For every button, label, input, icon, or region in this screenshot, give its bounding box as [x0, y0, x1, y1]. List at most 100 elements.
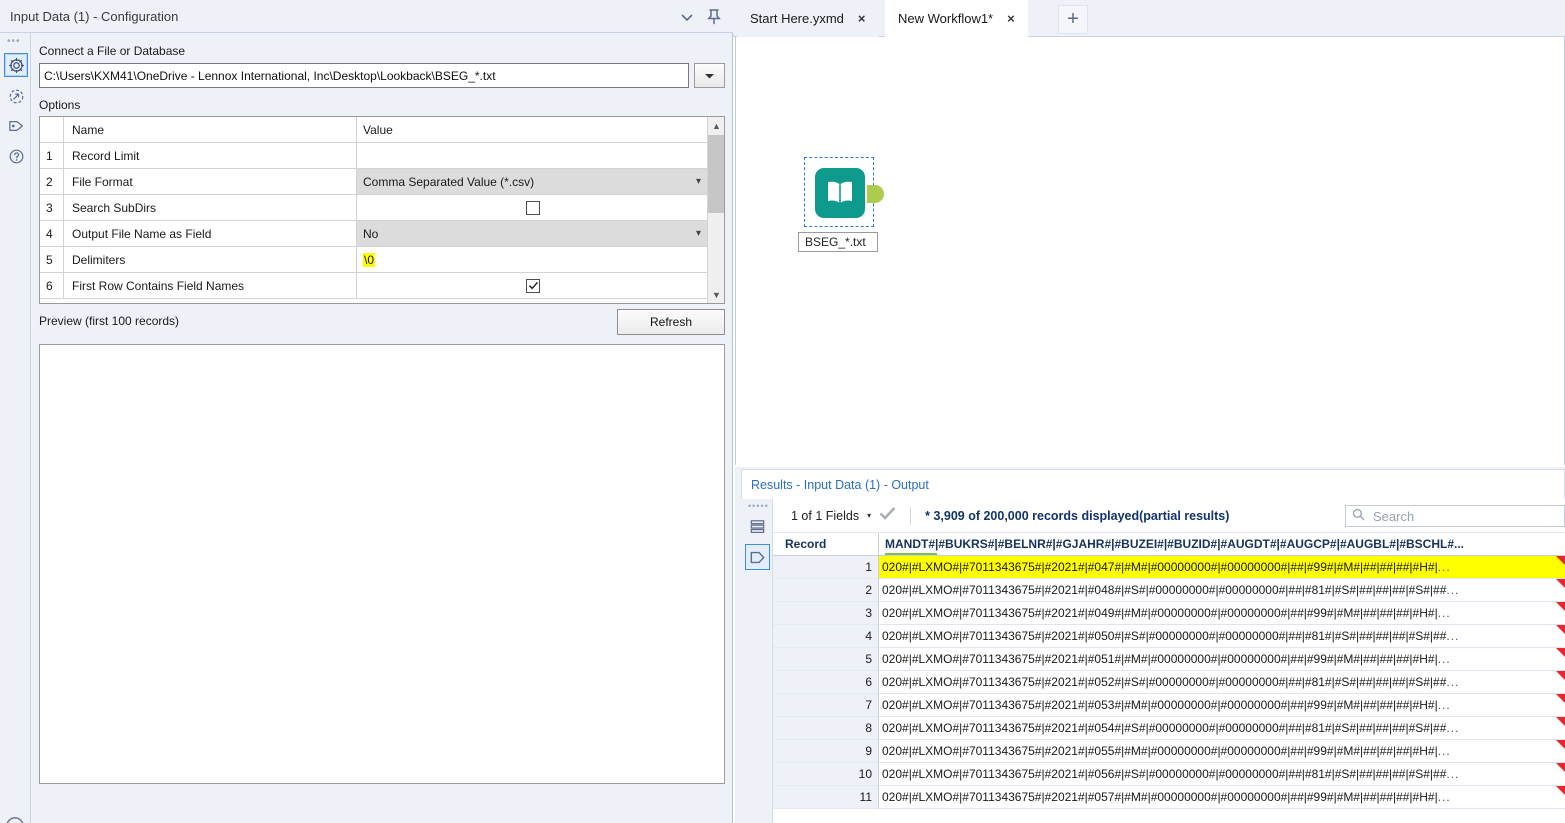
- output-file-name-dropdown[interactable]: No ▾: [357, 221, 709, 247]
- row-value[interactable]: 020#|#LXMO#|#7011343675#|#2021#|#057#|#M…: [879, 786, 1565, 809]
- file-path-dropdown-button[interactable]: [694, 63, 725, 88]
- row-number: 6: [773, 671, 879, 694]
- row-value[interactable]: 020#|#LXMO#|#7011343675#|#2021#|#050#|#S…: [879, 625, 1565, 648]
- scrollbar-thumb[interactable]: [708, 135, 724, 213]
- row-value[interactable]: 020#|#LXMO#|#7011343675#|#2021#|#053#|#M…: [879, 694, 1565, 717]
- row-value[interactable]: 020#|#LXMO#|#7011343675#|#2021#|#056#|#S…: [879, 763, 1565, 786]
- row-value[interactable]: 020#|#LXMO#|#7011343675#|#2021#|#055#|#M…: [879, 740, 1565, 763]
- search-input[interactable]: [1371, 507, 1551, 525]
- results-toolbar: 1 of 1 Fields ▾ * 3,909 of 200,000 recor…: [773, 499, 1565, 533]
- chevron-down-icon: ▾: [695, 228, 701, 239]
- options-row-output-file-name[interactable]: 4 Output File Name as Field No ▾: [40, 221, 709, 247]
- red-triangle-icon: [1556, 717, 1565, 728]
- scroll-down-icon[interactable]: ▼: [708, 286, 724, 303]
- table-row[interactable]: 1 020#|#LXMO#|#7011343675#|#2021#|#047#|…: [773, 556, 1565, 579]
- output-anchor-icon[interactable]: [867, 185, 884, 203]
- tool-name-label[interactable]: BSEG_*.txt: [798, 232, 878, 252]
- search-subdirs-checkbox[interactable]: [526, 200, 540, 215]
- table-row[interactable]: 10 020#|#LXMO#|#7011343675#|#2021#|#056#…: [773, 763, 1565, 786]
- pin-icon[interactable]: [704, 7, 724, 27]
- options-grid-scrollbar[interactable]: ▲ ▼: [707, 117, 724, 303]
- options-header-value: Value: [357, 117, 709, 143]
- chevron-down-icon[interactable]: [677, 7, 697, 27]
- row-value-text: 020#|#LXMO#|#7011343675#|#2021#|#049#|#M…: [882, 606, 1438, 620]
- row-value-text: 020#|#LXMO#|#7011343675#|#2021#|#047#|#M…: [882, 560, 1438, 574]
- row-number: 11: [773, 786, 879, 809]
- row-value[interactable]: 020#|#LXMO#|#7011343675#|#2021#|#054#|#S…: [879, 717, 1565, 740]
- close-icon[interactable]: ×: [858, 11, 866, 26]
- input-data-tool-node[interactable]: [804, 157, 884, 227]
- row-value-text: 020#|#LXMO#|#7011343675#|#2021#|#048#|#S…: [882, 583, 1447, 597]
- tab-label: Start Here.yxmd: [750, 11, 844, 26]
- table-row[interactable]: 5 020#|#LXMO#|#7011343675#|#2021#|#051#|…: [773, 648, 1565, 671]
- options-header-num: [40, 117, 64, 143]
- row-value[interactable]: 020#|#LXMO#|#7011343675#|#2021#|#049#|#M…: [879, 602, 1565, 625]
- question-icon[interactable]: [4, 144, 28, 168]
- scroll-up-icon[interactable]: ▲: [708, 117, 724, 134]
- first-row-field-names-cell[interactable]: [357, 273, 709, 299]
- table-row[interactable]: 2 020#|#LXMO#|#7011343675#|#2021#|#048#|…: [773, 579, 1565, 602]
- table-row[interactable]: 8 020#|#LXMO#|#7011343675#|#2021#|#054#|…: [773, 717, 1565, 740]
- records-status-text: * 3,909 of 200,000 records displayed(par…: [925, 508, 1230, 523]
- tab-start-here[interactable]: Start Here.yxmd ×: [737, 0, 879, 37]
- record-limit-input[interactable]: [357, 143, 709, 169]
- table-row[interactable]: 7 020#|#LXMO#|#7011343675#|#2021#|#053#|…: [773, 694, 1565, 717]
- data-anchor-icon[interactable]: [745, 544, 770, 570]
- tag-icon[interactable]: [4, 114, 28, 138]
- row-value[interactable]: 020#|#LXMO#|#7011343675#|#2021#|#048#|#S…: [879, 579, 1565, 602]
- delimiters-cell[interactable]: \0: [357, 247, 709, 273]
- column-header-record[interactable]: Record: [773, 533, 879, 555]
- table-row[interactable]: 9 020#|#LXMO#|#7011343675#|#2021#|#055#|…: [773, 740, 1565, 763]
- results-title[interactable]: Results - Input Data (1) - Output: [751, 478, 929, 492]
- red-triangle-icon: [1556, 556, 1565, 567]
- table-row[interactable]: 6 020#|#LXMO#|#7011343675#|#2021#|#052#|…: [773, 671, 1565, 694]
- row-number: 7: [773, 694, 879, 717]
- first-row-field-names-checkbox[interactable]: [526, 278, 540, 293]
- search-subdirs-cell[interactable]: [357, 195, 709, 221]
- delimiters-value[interactable]: \0: [363, 252, 376, 267]
- connect-file-label: Connect a File or Database: [39, 44, 186, 58]
- close-icon[interactable]: ×: [1007, 11, 1015, 26]
- fields-selector[interactable]: 1 of 1 Fields ▾: [791, 506, 896, 525]
- table-row[interactable]: 11 020#|#LXMO#|#7011343675#|#2021#|#057#…: [773, 786, 1565, 809]
- chevron-down-icon[interactable]: ▾: [867, 511, 871, 520]
- options-grid: Name Value 1 Record Limit 2 File Format …: [39, 116, 725, 304]
- results-icon-rail: •••••: [741, 499, 773, 823]
- row-number: 4: [773, 625, 879, 648]
- row-value-text: 020#|#LXMO#|#7011343675#|#2021#|#055#|#M…: [882, 744, 1438, 758]
- checkmark-icon[interactable]: [879, 506, 896, 525]
- workflow-canvas[interactable]: BSEG_*.txt: [735, 37, 1565, 465]
- row-value[interactable]: 020#|#LXMO#|#7011343675#|#2021#|#047#|#M…: [879, 556, 1565, 579]
- gear-icon[interactable]: [4, 53, 28, 77]
- options-row-record-limit[interactable]: 1 Record Limit: [40, 143, 709, 169]
- row-value[interactable]: 020#|#LXMO#|#7011343675#|#2021#|#052#|#S…: [879, 671, 1565, 694]
- row-value[interactable]: 020#|#LXMO#|#7011343675#|#2021#|#051#|#M…: [879, 648, 1565, 671]
- row-number: 8: [773, 717, 879, 740]
- red-triangle-icon: [1556, 648, 1565, 659]
- tab-new-workflow1[interactable]: New Workflow1* ×: [885, 0, 1028, 37]
- refresh-button[interactable]: Refresh: [617, 309, 725, 335]
- options-row-first-row-field-names[interactable]: 6 First Row Contains Field Names: [40, 273, 709, 299]
- red-triangle-icon: [1556, 671, 1565, 682]
- column-header-fields[interactable]: MANDT#|#BUKRS#|#BELNR#|#GJAHR#|#BUZEI#|#…: [879, 533, 1565, 555]
- row-name: Delimiters: [64, 247, 357, 273]
- bottom-circle-icon[interactable]: [4, 815, 26, 823]
- row-name: First Row Contains Field Names: [64, 273, 357, 299]
- options-row-search-subdirs[interactable]: 3 Search SubDirs: [40, 195, 709, 221]
- row-number: 9: [773, 740, 879, 763]
- row-name: File Format: [64, 169, 357, 195]
- file-format-dropdown[interactable]: Comma Separated Value (*.csv) ▾: [357, 169, 709, 195]
- file-path-input[interactable]: [39, 63, 689, 88]
- new-tab-button[interactable]: +: [1058, 5, 1088, 34]
- truncation-ellipsis: ...: [1437, 560, 1451, 574]
- options-row-file-format[interactable]: 2 File Format Comma Separated Value (*.c…: [40, 169, 709, 195]
- options-label: Options: [39, 98, 81, 112]
- preview-pane: [39, 344, 725, 784]
- runner-icon[interactable]: [4, 84, 28, 108]
- table-row[interactable]: 3 020#|#LXMO#|#7011343675#|#2021#|#049#|…: [773, 602, 1565, 625]
- results-data-grid[interactable]: Record MANDT#|#BUKRS#|#BELNR#|#GJAHR#|#B…: [773, 533, 1565, 823]
- search-box[interactable]: [1345, 505, 1565, 527]
- table-row[interactable]: 4 020#|#LXMO#|#7011343675#|#2021#|#050#|…: [773, 625, 1565, 648]
- options-row-delimiters[interactable]: 5 Delimiters \0: [40, 247, 709, 273]
- list-view-icon[interactable]: [745, 513, 770, 539]
